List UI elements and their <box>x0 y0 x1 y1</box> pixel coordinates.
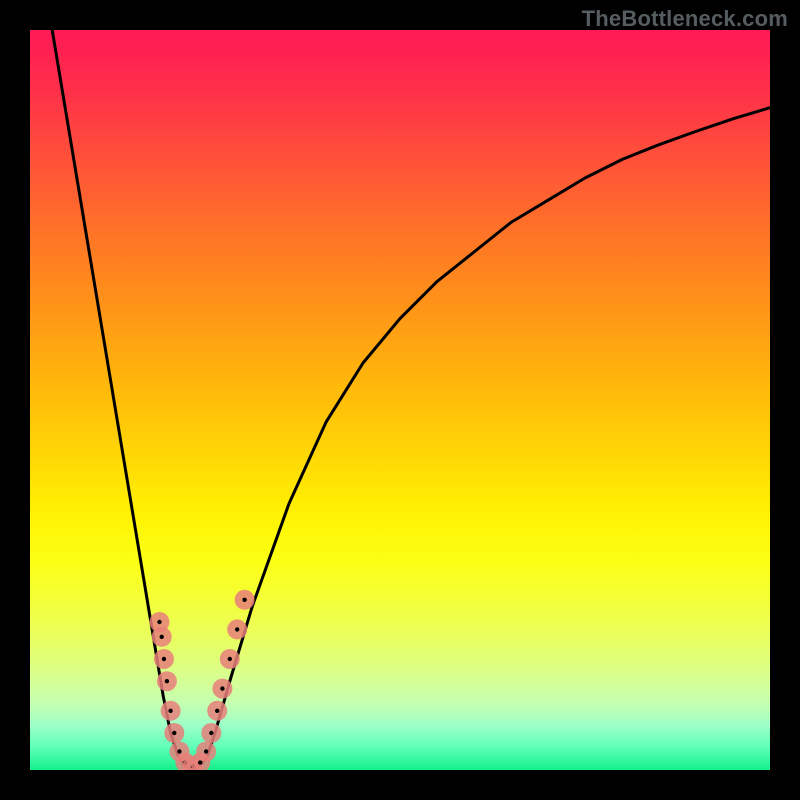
data-marker-center <box>157 620 161 624</box>
data-marker-center <box>215 709 219 713</box>
plot-area <box>30 30 770 770</box>
data-marker-center <box>162 657 166 661</box>
data-marker-center <box>177 749 181 753</box>
data-marker-center <box>242 598 246 602</box>
data-marker-center <box>160 635 164 639</box>
data-marker-center <box>172 731 176 735</box>
data-marker-center <box>235 627 239 631</box>
data-marker-center <box>228 657 232 661</box>
data-marker-center <box>209 731 213 735</box>
data-marker-center <box>220 686 224 690</box>
data-marker-center <box>168 709 172 713</box>
watermark-text: TheBottleneck.com <box>582 6 788 32</box>
data-marker-center <box>204 749 208 753</box>
chart-frame: TheBottleneck.com <box>0 0 800 800</box>
data-marker-center <box>165 679 169 683</box>
chart-svg <box>30 30 770 770</box>
data-marker-center <box>198 760 202 764</box>
